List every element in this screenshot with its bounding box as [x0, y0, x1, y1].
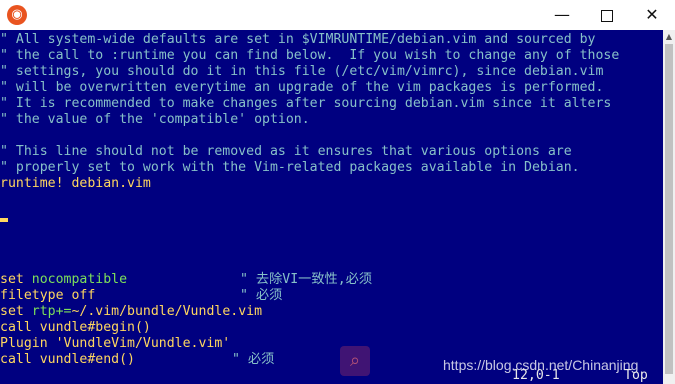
cursor-position: 12,0-1	[512, 368, 560, 383]
minimize-button[interactable]: —	[540, 0, 584, 30]
value: 'VundleVim/Vundle.vim'	[55, 336, 231, 351]
maximize-button[interactable]	[585, 0, 629, 30]
comment-line: " will be overwritten everytime an upgra…	[0, 80, 604, 95]
search-icon: ⌕	[340, 346, 370, 376]
config-line-filetype: filetype off	[0, 288, 95, 304]
maximize-icon	[601, 9, 613, 22]
runtime-keyword: runtime!	[0, 176, 64, 191]
comment-line: " It is recommended to make changes afte…	[0, 96, 612, 111]
command: Plugin	[0, 336, 56, 351]
vertical-scrollbar[interactable]: ▲	[663, 30, 675, 384]
comment-line: " All system-wide defaults are set in $V…	[0, 32, 596, 47]
command: set	[0, 304, 32, 319]
comment-line: " This line should not be removed as it …	[0, 144, 572, 159]
ubuntu-logo-icon[interactable]: ◉	[7, 5, 27, 25]
config-line-set-nocompatible: set nocompatible	[0, 272, 127, 288]
comment-line: " the value of the 'compatible' option.	[0, 112, 310, 127]
comment-line: " properly set to work with the Vim-rela…	[0, 160, 580, 175]
scroll-indicator: Top	[624, 368, 648, 383]
option: rtp+=	[31, 304, 72, 319]
config-line-plugin: Plugin 'VundleVim/Vundle.vim'	[0, 336, 230, 352]
runtime-line: runtime! debian.vim	[0, 176, 151, 192]
vim-editor[interactable]: " All system-wide defaults are set in $V…	[0, 30, 663, 384]
option: nocompatible	[31, 272, 128, 287]
scroll-up-icon[interactable]: ▲	[663, 32, 675, 41]
config-line-vundle-end: call vundle#end()	[0, 352, 135, 367]
comment-line: " settings, you should do it in this fil…	[0, 64, 604, 79]
inline-comment: " 必须	[240, 288, 283, 303]
config-line-rtp: set rtp+=~/.vim/bundle/Vundle.vim	[0, 304, 262, 320]
value: ~/.vim/bundle/Vundle.vim	[71, 304, 263, 319]
comment-line: " the call to :runtime you can find belo…	[0, 48, 620, 63]
text-cursor	[0, 218, 8, 222]
command: filetype off	[0, 288, 96, 303]
title-bar: ◉ — ✕	[0, 0, 675, 30]
inline-comment: " 必须	[232, 352, 275, 367]
runtime-arg: debian.vim	[63, 176, 151, 191]
scroll-thumb[interactable]	[665, 44, 673, 374]
config-line-vundle-begin: call vundle#begin()	[0, 320, 151, 335]
command: set	[0, 272, 32, 287]
inline-comment: " 去除VI一致性,必须	[240, 272, 373, 287]
close-button[interactable]: ✕	[630, 0, 674, 30]
